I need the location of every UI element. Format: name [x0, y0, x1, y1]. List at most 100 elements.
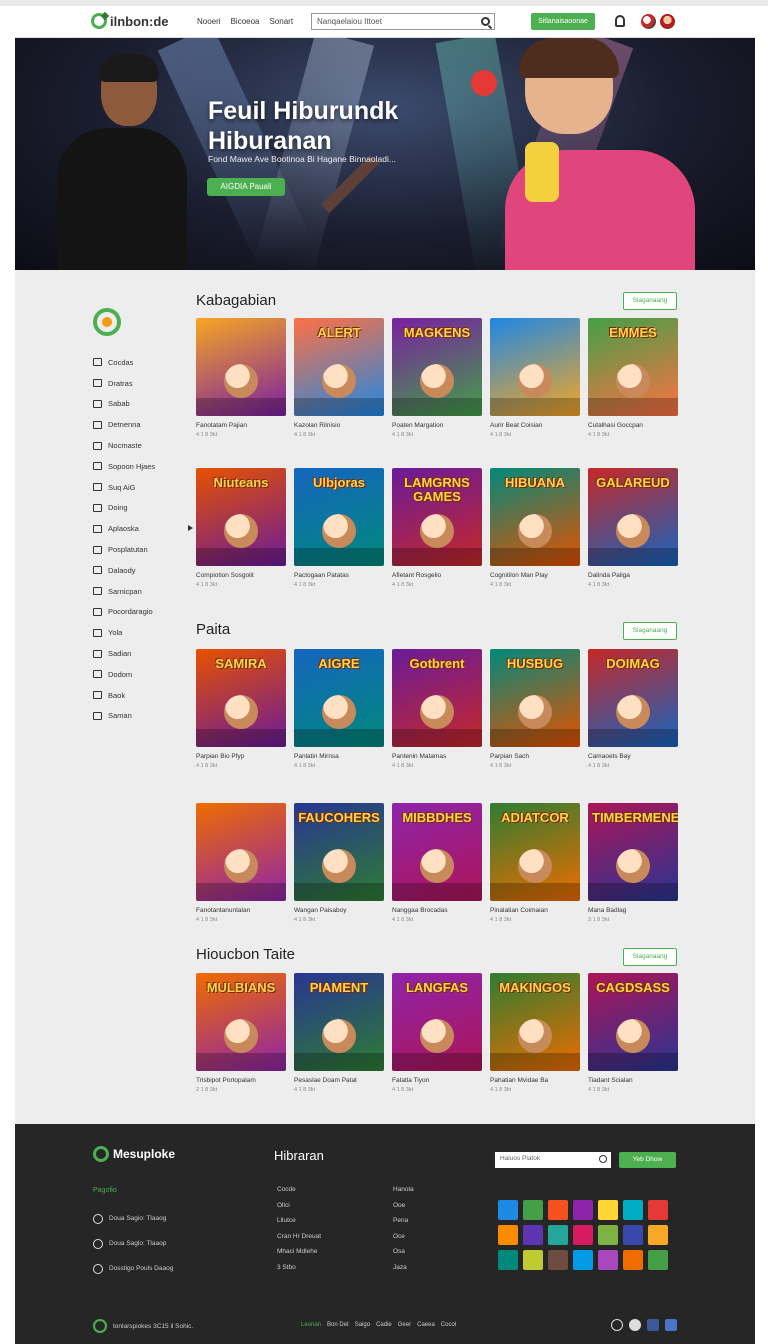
- footer-menu-item[interactable]: Saigo: [355, 1322, 370, 1328]
- game-card[interactable]: Aurir Beat Coisian 4 1 8 3kt: [490, 318, 580, 438]
- footer-col-item[interactable]: Cocde: [277, 1186, 321, 1202]
- game-thumbnail[interactable]: Ulbjoras: [294, 468, 384, 566]
- sidebar-item[interactable]: Sopoon Hjaes: [93, 456, 193, 477]
- footer-button[interactable]: Yeb Dhow: [619, 1152, 676, 1168]
- game-thumbnail[interactable]: TIMBERMENE: [588, 803, 678, 901]
- game-card[interactable]: ALERT Kazolan Rilnisio 4 1 8 3kt: [294, 318, 384, 438]
- game-title[interactable]: Wangan Paisaboy: [294, 907, 384, 914]
- game-thumbnail[interactable]: DOIMAG: [588, 649, 678, 747]
- footer-search-input[interactable]: Haiuos Platok: [495, 1152, 611, 1168]
- footer-link[interactable]: Dosstigo Pouls Daaog: [93, 1256, 173, 1281]
- game-thumbnail[interactable]: [196, 318, 286, 416]
- game-thumbnail[interactable]: CAGDSASS: [588, 973, 678, 1071]
- footer-thumbnail[interactable]: [623, 1225, 643, 1245]
- game-thumbnail[interactable]: [196, 803, 286, 901]
- sidebar-item[interactable]: Baok: [93, 685, 193, 706]
- game-card[interactable]: DOIMAG Camaoets Bay 4 1 8 3kt: [588, 649, 678, 769]
- game-card[interactable]: FAUCOHERS Wangan Paisaboy 4 1 8 3kt: [294, 803, 384, 923]
- footer-thumbnail[interactable]: [523, 1225, 543, 1245]
- sidebar-item[interactable]: Doing: [93, 498, 193, 519]
- game-title[interactable]: Pinalatian Coimaian: [490, 907, 580, 914]
- footer-thumbnail[interactable]: [623, 1250, 643, 1270]
- sidebar-item[interactable]: Yola: [93, 622, 193, 643]
- search-input[interactable]: Nanqaelaiou Ittoet: [311, 13, 495, 30]
- game-thumbnail[interactable]: AIGRE: [294, 649, 384, 747]
- game-thumbnail[interactable]: ADIATCOR: [490, 803, 580, 901]
- game-thumbnail[interactable]: [490, 318, 580, 416]
- nav-item[interactable]: Bicoeoa: [231, 17, 260, 26]
- footer-link[interactable]: Doua Saglo: Tlaaop: [93, 1231, 173, 1256]
- game-card[interactable]: Ulbjoras Pactogaan Patatas 4 1 8 3kt: [294, 468, 384, 588]
- game-card[interactable]: Fanotantanuntalan 4 1 8 3kt: [196, 803, 286, 923]
- site-logo[interactable]: ilnbon:de: [91, 13, 169, 29]
- game-title[interactable]: Camaoets Bay: [588, 753, 678, 760]
- see-more-button[interactable]: Slaganaang: [623, 622, 677, 640]
- game-thumbnail[interactable]: HIBUANA: [490, 468, 580, 566]
- game-title[interactable]: Fatatla Tiyon: [392, 1077, 482, 1084]
- game-card[interactable]: SAMIRA Parpian Bio Pfyp 4 1 8 3kt: [196, 649, 286, 769]
- footer-menu-item[interactable]: Bon Det: [327, 1322, 349, 1328]
- game-card[interactable]: Gotbrent Pantenin Matamas 4 1 8 3kt: [392, 649, 482, 769]
- game-thumbnail[interactable]: LANGFAS: [392, 973, 482, 1071]
- game-card[interactable]: LANGFAS Fatatla Tiyon 4 1 8 3kt: [392, 973, 482, 1093]
- game-thumbnail[interactable]: SAMIRA: [196, 649, 286, 747]
- game-title[interactable]: Panlatin Mirnsa: [294, 753, 384, 760]
- sidebar-item[interactable]: Cocdas: [93, 352, 193, 373]
- nav-item[interactable]: Nooeri: [197, 17, 221, 26]
- game-thumbnail[interactable]: HUSBUG: [490, 649, 580, 747]
- nav-item[interactable]: Sonart: [270, 17, 294, 26]
- sidebar-item[interactable]: Sarnicpan: [93, 581, 193, 602]
- game-title[interactable]: Fanotantanuntalan: [196, 907, 286, 914]
- footer-thumbnail[interactable]: [598, 1200, 618, 1220]
- footer-thumbnail[interactable]: [498, 1225, 518, 1245]
- game-thumbnail[interactable]: MULBIANS: [196, 973, 286, 1071]
- footer-thumbnail[interactable]: [573, 1200, 593, 1220]
- game-title[interactable]: Cognitilon Man Play: [490, 572, 580, 579]
- game-title[interactable]: Nanggaa Brocadas: [392, 907, 482, 914]
- footer-thumbnail[interactable]: [648, 1225, 668, 1245]
- footer-thumbnail[interactable]: [648, 1250, 668, 1270]
- game-card[interactable]: AIGRE Panlatin Mirnsa 4 1 8 3kt: [294, 649, 384, 769]
- facebook-icon[interactable]: [647, 1319, 659, 1331]
- avatar[interactable]: [641, 14, 656, 29]
- game-card[interactable]: MIBBDHES Nanggaa Brocadas 4 1 8 3kt: [392, 803, 482, 923]
- game-title[interactable]: Mana Badlag: [588, 907, 678, 914]
- footer-col-item[interactable]: Lllutce: [277, 1217, 321, 1233]
- footer-thumbnail[interactable]: [548, 1200, 568, 1220]
- game-title[interactable]: Pantenin Matamas: [392, 753, 482, 760]
- sidebar-item[interactable]: Dalaody: [93, 560, 193, 581]
- game-title[interactable]: Aurir Beat Coisian: [490, 422, 580, 429]
- globe-icon[interactable]: [629, 1319, 641, 1331]
- notification-bell-icon[interactable]: [615, 15, 625, 27]
- game-card[interactable]: MAKINGOS Pahatian Mvidae Ba 4 1 8 3kt: [490, 973, 580, 1093]
- see-more-button[interactable]: Slaganaang: [623, 948, 677, 966]
- sidebar-item[interactable]: Aplaoska: [93, 518, 193, 539]
- game-title[interactable]: Compiotion Sosgolit: [196, 572, 286, 579]
- footer-thumbnail[interactable]: [498, 1250, 518, 1270]
- footer-col-item[interactable]: Cran Hr Dreuat: [277, 1233, 321, 1249]
- sidebar-item[interactable]: Posplatutan: [93, 539, 193, 560]
- game-card[interactable]: ADIATCOR Pinalatian Coimaian 4 1 8 3kt: [490, 803, 580, 923]
- game-card[interactable]: EMMES Cutalhasi Goccpan 4 1 8 3kt: [588, 318, 678, 438]
- game-title[interactable]: Parpian Bio Pfyp: [196, 753, 286, 760]
- footer-col-item[interactable]: Mhaci Mdlehe: [277, 1248, 321, 1264]
- search-icon[interactable]: [481, 17, 490, 26]
- game-thumbnail[interactable]: LAMGRNS GAMES: [392, 468, 482, 566]
- game-title[interactable]: Poaten Margation: [392, 422, 482, 429]
- sidebar-item[interactable]: Saman: [93, 706, 193, 727]
- footer-thumbnail[interactable]: [548, 1225, 568, 1245]
- game-title[interactable]: Tiadant Scialan: [588, 1077, 678, 1084]
- footer-col-item[interactable]: 3 Stbo: [277, 1264, 321, 1280]
- footer-col-item[interactable]: Oce: [393, 1233, 414, 1249]
- footer-col-item[interactable]: Pena: [393, 1217, 414, 1233]
- footer-green-label[interactable]: Pagofio: [93, 1187, 117, 1194]
- footer-menu-item[interactable]: Cadie: [376, 1322, 392, 1328]
- game-card[interactable]: Niuteans Compiotion Sosgolit 4 1 8 3kt: [196, 468, 286, 588]
- footer-thumbnail[interactable]: [523, 1250, 543, 1270]
- search-icon[interactable]: [599, 1155, 607, 1163]
- footer-thumbnail[interactable]: [523, 1200, 543, 1220]
- footer-col-item[interactable]: Osa: [393, 1248, 414, 1264]
- game-card[interactable]: GALAREUD Dalinda Paliga 4 1 8 3kt: [588, 468, 678, 588]
- game-thumbnail[interactable]: PIAMENT: [294, 973, 384, 1071]
- game-card[interactable]: HIBUANA Cognitilon Man Play 4 1 8 3kt: [490, 468, 580, 588]
